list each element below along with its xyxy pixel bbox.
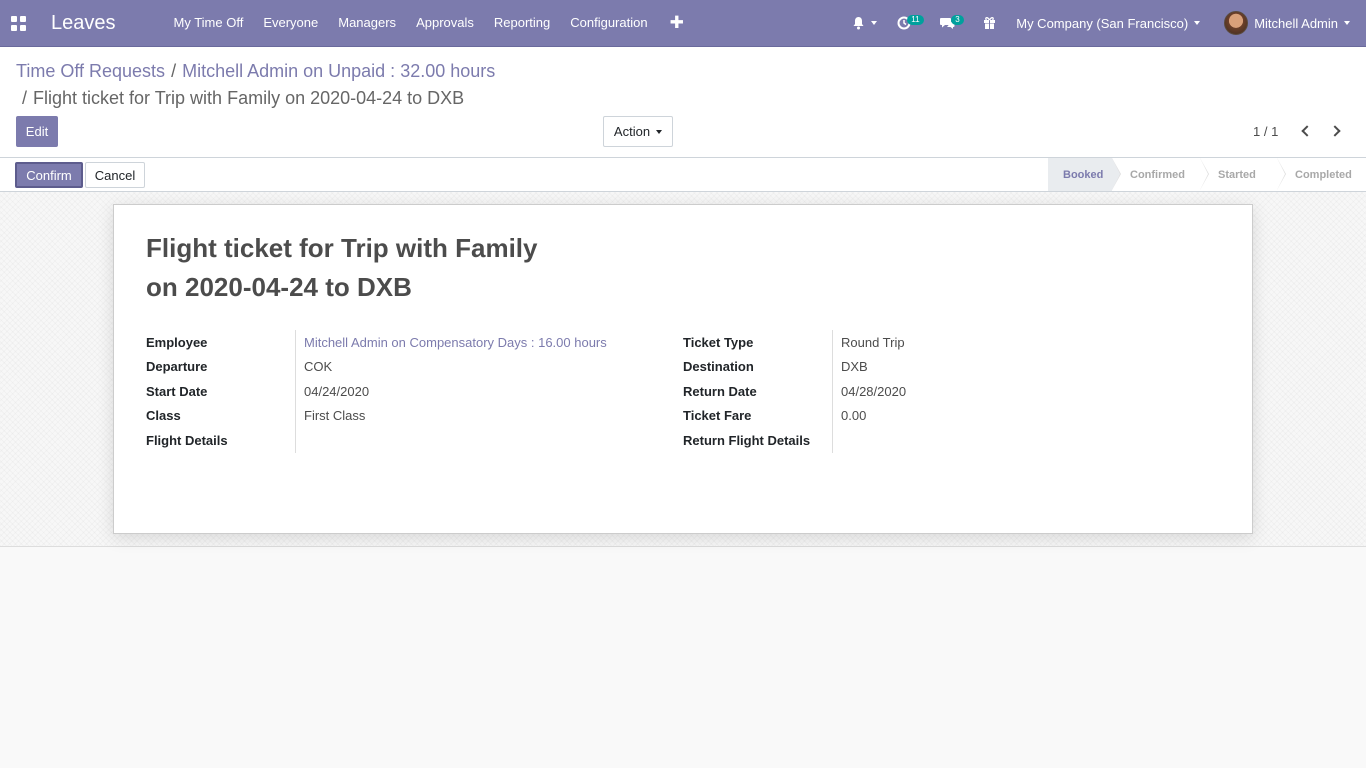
chevron-left-icon[interactable] [1299,121,1315,141]
form-sheet: Flight ticket for Trip with Family on 20… [113,204,1253,534]
apps-icon[interactable] [1,0,35,46]
breadcrumb-current-line: / Flight ticket for Trip with Family on 2… [22,88,465,108]
stage-started[interactable]: Started [1200,158,1286,191]
stage-confirmed-label: Confirmed [1130,168,1185,181]
stage-pipeline: Booked Confirmed Started Completed [1048,158,1366,191]
field-value: 04/24/2020 [304,383,370,399]
field-label: Class [146,403,296,428]
stage-started-label: Started [1218,168,1256,181]
stage-confirmed[interactable]: Confirmed [1112,158,1209,191]
field-label: Ticket Fare [683,403,833,428]
stage-booked-label: Booked [1063,168,1104,181]
field-label: Return Flight Details [683,428,833,453]
field-value: 04/28/2020 [841,383,907,399]
action-dropdown[interactable]: Action [603,116,673,147]
activity-clock-icon[interactable]: 11 [887,0,924,46]
breadcrumb: Time Off Requests / Mitchell Admin on Unpa… [16,61,496,81]
activity-badge: 11 [907,15,924,25]
statusbar: Confirm Cancel Booked Confirmed Started … [0,158,1366,192]
field-label: Start Date [146,379,296,404]
menu-reporting[interactable]: Reporting [484,0,560,46]
user-name: Mitchell Admin [1254,15,1338,31]
field-return-flight-details: Return Flight Details [683,428,906,453]
field-value: COK [304,359,333,375]
chevron-right-icon[interactable] [1327,121,1343,141]
field-value: First Class [304,408,366,424]
pager-value[interactable]: 1 / 1 [1253,124,1278,139]
record-title-line2: on 2020-04-24 to DXB [146,272,412,302]
chat-icon[interactable]: 3 [929,0,965,46]
menu-approvals[interactable]: Approvals [406,0,484,46]
messages-badge: 3 [951,15,964,25]
field-label: Employee [146,330,296,355]
field-ticket-type: Ticket Type Round Trip [683,330,906,355]
field-label: Destination [683,354,833,379]
action-label: Action [613,124,651,139]
menu-managers[interactable]: Managers [328,0,406,46]
plus-icon[interactable]: ✚ [658,13,696,33]
field-return-date: Return Date 04/28/2020 [683,379,906,404]
gift-icon[interactable] [973,0,1006,46]
field-employee: Employee Mitchell Admin on Compensatory … [146,330,607,355]
stage-completed[interactable]: Completed [1277,158,1366,191]
field-destination: Destination DXB [683,354,906,379]
systray: 11 3 My Company (San Francisco) Mitchell… [842,0,1366,46]
breadcrumb-current: Flight ticket for Trip with Family on 20… [33,88,465,108]
field-label: Return Date [683,379,833,404]
field-value: 0.00 [841,408,867,424]
field-class: Class First Class [146,403,607,428]
edit-button[interactable]: Edit [16,116,58,147]
cancel-button[interactable]: Cancel [85,162,145,188]
avatar [1224,11,1249,35]
field-ticket-fare: Ticket Fare 0.00 [683,403,906,428]
top-navbar: Leaves My Time Off Everyone Managers App… [0,0,1366,47]
field-departure: Departure COK [146,354,607,379]
control-panel: Time Off Requests / Mitchell Admin on Unpa… [0,47,1366,158]
field-label: Ticket Type [683,330,833,355]
field-value: Round Trip [841,334,905,350]
field-value: DXB [841,359,868,375]
breadcrumb-parent[interactable]: Mitchell Admin on Unpaid : 32.00 hours [182,61,495,81]
bell-icon[interactable] [842,0,887,46]
main-menu: My Time Off Everyone Managers Approvals … [164,0,696,46]
menu-configuration[interactable]: Configuration [560,0,657,46]
menu-everyone[interactable]: Everyone [253,0,328,46]
company-switcher[interactable]: My Company (San Francisco) [1006,16,1210,31]
employee-link[interactable]: Mitchell Admin on Compensatory Days : 16… [296,335,607,350]
field-start-date: Start Date 04/24/2020 [146,379,607,404]
confirm-button[interactable]: Confirm [15,162,83,188]
menu-my-time-off[interactable]: My Time Off [164,0,254,46]
field-group-left: Employee Mitchell Admin on Compensatory … [146,330,607,453]
stage-booked[interactable]: Booked [1048,158,1121,191]
field-label: Flight Details [146,428,296,453]
form-view: Flight ticket for Trip with Family on 20… [0,192,1366,547]
record-title-line1: Flight ticket for Trip with Family [146,233,538,263]
field-label: Departure [146,354,296,379]
breadcrumb-root[interactable]: Time Off Requests [16,61,165,81]
app-brand[interactable]: Leaves [51,12,116,35]
company-name: My Company (San Francisco) [1016,15,1189,31]
field-group-right: Ticket Type Round Trip Destination DXB R… [683,330,906,453]
record-title: Flight ticket for Trip with Family on 20… [146,229,566,307]
field-flight-details: Flight Details [146,428,607,453]
stage-completed-label: Completed [1295,168,1352,181]
user-menu[interactable]: Mitchell Admin [1210,11,1366,35]
